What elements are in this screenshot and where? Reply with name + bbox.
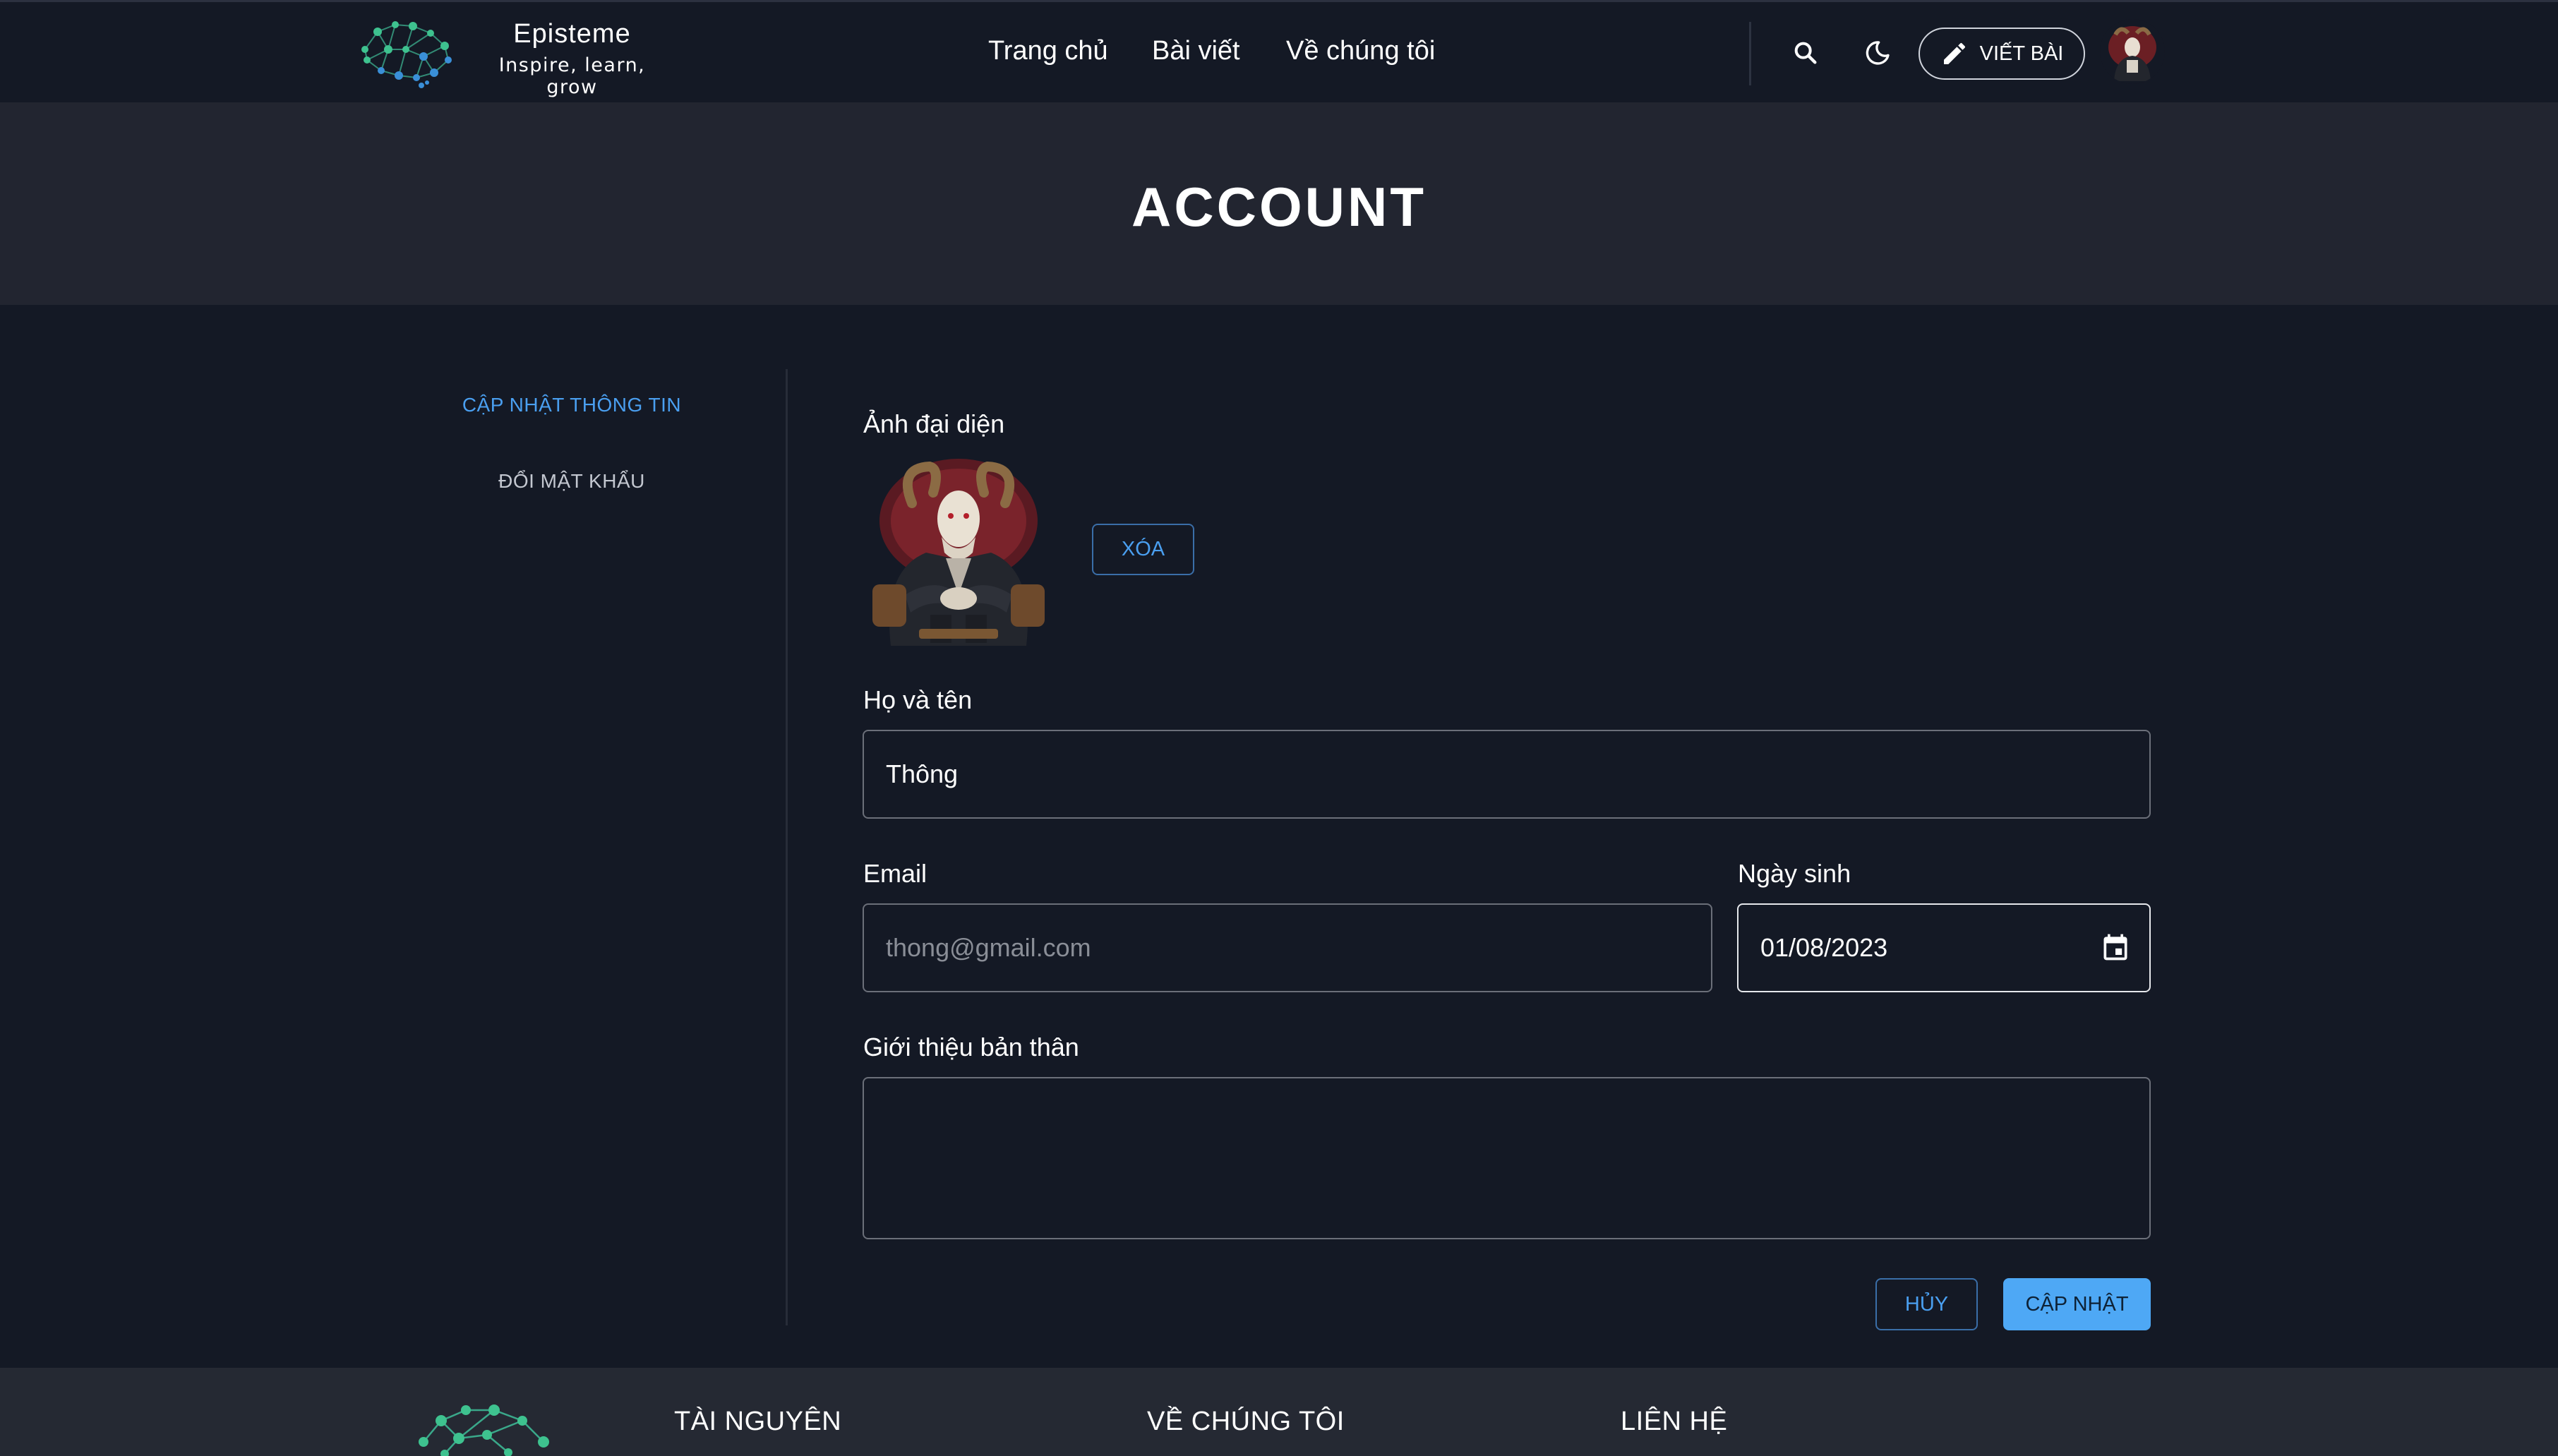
brain-logo-icon[interactable] [356,18,455,88]
birthday-value: 01/08/2023 [1760,933,1888,962]
sidebar-item-update-info[interactable]: CẬP NHẬT THÔNG TIN [424,394,720,416]
sidebar-divider [786,369,788,1325]
search-button[interactable] [1787,34,1825,72]
top-navbar: Episteme Inspire, learn, grow Trang chủ … [0,0,2558,102]
avatar-label: Ảnh đại diện [863,409,1005,438]
fullname-value: Thông [886,759,959,788]
theme-toggle-button[interactable] [1859,34,1897,72]
birthday-label: Ngày sinh [1738,859,1851,888]
nav-posts[interactable]: Bài viết [1152,36,1240,66]
pencil-icon [1943,42,1965,64]
footer-logo-icon[interactable] [416,1403,551,1456]
write-post-label: VIẾT BÀI [1979,42,2064,65]
moon-icon [1866,41,1890,65]
calendar-icon[interactable] [2100,932,2131,963]
bio-label: Giới thiệu bản thân [863,1033,1079,1061]
user-avatar[interactable] [2100,19,2165,84]
bio-textarea[interactable] [863,1077,2151,1239]
footer: TÀI NGUYÊN VỀ CHÚNG TÔI LIÊN HỆ [0,1368,2558,1456]
birthday-input[interactable]: 01/08/2023 [1737,903,2151,992]
header-divider [1749,22,1751,85]
delete-avatar-button[interactable]: XÓA [1092,524,1194,575]
search-icon [1794,42,1817,64]
fullname-input[interactable]: Thông [863,730,2151,819]
email-label: Email [863,859,927,888]
page-title: ACCOUNT [1131,176,1427,238]
sidebar-item-change-password[interactable]: ĐỔI MẬT KHẨU [424,470,720,493]
footer-heading-contact: LIÊN HỆ [1621,1407,1728,1436]
nav-about[interactable]: Về chúng tôi [1286,36,1435,66]
brand-tagline: Inspire, learn, grow [498,54,646,98]
footer-heading-about: VỀ CHÚNG TÔI [1147,1407,1345,1436]
update-button[interactable]: CẬP NHẬT [2003,1278,2151,1330]
write-post-button[interactable]: VIẾT BÀI [1918,28,2085,80]
email-input[interactable]: thong@gmail.com [863,903,1712,992]
cancel-button[interactable]: HỦY [1875,1278,1978,1330]
email-value: thong@gmail.com [886,933,1091,962]
user-avatar-image [2100,19,2165,84]
brand-name[interactable]: Episteme [479,19,666,49]
footer-heading-resources: TÀI NGUYÊN [674,1407,842,1436]
page-banner: ACCOUNT [0,102,2558,305]
fullname-label: Họ và tên [863,685,973,714]
profile-avatar-image [863,454,1055,646]
nav-home[interactable]: Trang chủ [988,36,1108,66]
